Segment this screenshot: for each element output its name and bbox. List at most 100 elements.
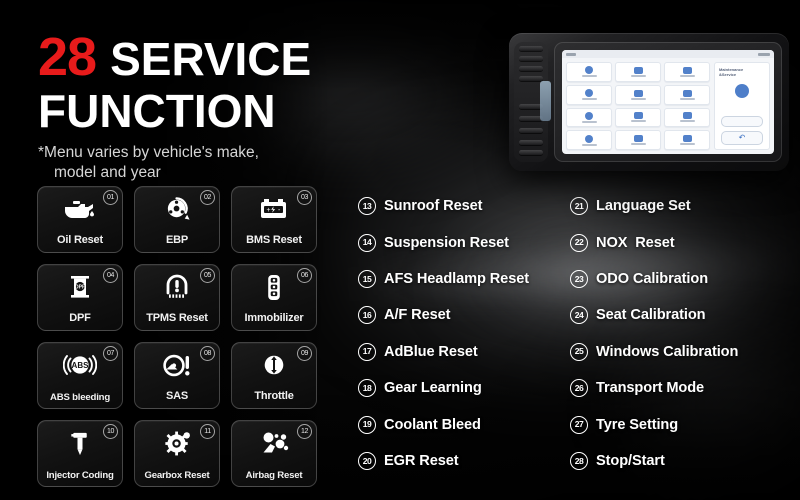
list-item-label: ODO Calibration [596, 270, 709, 287]
screen-app-tile[interactable] [664, 107, 710, 128]
tile-label: Gearbox Reset [144, 469, 210, 481]
service-tile-bms-reset[interactable]: + - BMS Reset 03 [231, 186, 317, 253]
screen-app-icon [682, 66, 692, 74]
service-tile-abs-bleeding[interactable]: ABS ABS bleeding 07 [37, 342, 123, 409]
service-tile-injector-coding[interactable]: Injector Coding 10 [37, 420, 123, 487]
screen-app-tile[interactable] [615, 62, 661, 82]
screen-app-label [581, 120, 597, 123]
service-list-item[interactable]: 24 Seat Calibration [570, 297, 738, 333]
list-item-number: 25 [570, 342, 588, 361]
screen-sidebar-title-line2: &Service [719, 72, 737, 78]
list-item-label: Sunroof Reset [384, 198, 483, 215]
grip-rib [519, 76, 543, 81]
tablet-side-accent [540, 81, 551, 121]
screen-app-tile[interactable] [664, 84, 710, 105]
status-left-indicator [566, 52, 576, 56]
screen-app-label [581, 98, 597, 101]
screen-app-tile[interactable] [615, 84, 661, 105]
list-item-label: Coolant Bleed [384, 416, 481, 433]
screen-app-tile[interactable] [566, 107, 612, 128]
service-list-item[interactable]: 17 AdBlue Reset [358, 334, 529, 370]
tile-label: BMS Reset [246, 234, 302, 247]
list-item-number: 20 [358, 451, 376, 470]
service-list-item[interactable]: 15 AFS Headlamp Reset [358, 261, 529, 297]
service-list-item[interactable]: 19 Coolant Bleed [358, 406, 529, 442]
screen-status-bar [562, 50, 774, 58]
screen-app-tile[interactable] [664, 62, 710, 82]
service-list-item[interactable]: 13 Sunroof Reset [358, 188, 529, 224]
screen-app-label [630, 74, 646, 77]
service-list-item[interactable]: 26 Transport Mode [570, 370, 738, 406]
screen-app-tile[interactable] [664, 130, 710, 150]
list-item-label: Tyre Setting [596, 416, 679, 433]
service-tile-immobilizer[interactable]: Immobilizer 06 [231, 264, 317, 331]
tile-label: Airbag Reset [245, 469, 303, 481]
list-item-label: Seat Calibration [596, 307, 706, 324]
screen-app-icon [682, 135, 692, 143]
service-list-item[interactable]: 20 EGR Reset [358, 443, 529, 479]
tile-number-badge: 07 [103, 346, 118, 361]
service-list-column-b: 21 Language Set 22 NOX Reset 23 ODO Calibrati… [570, 188, 738, 479]
list-item-label: NOX Reset [596, 234, 675, 251]
service-tile-gearbox-reset[interactable]: Gearbox Reset 11 [134, 420, 220, 487]
screen-app-grid [566, 62, 710, 150]
screen-app-icon [633, 135, 643, 143]
tile-label: EBP [165, 234, 189, 247]
service-list-item[interactable]: 28 Stop/Start [570, 443, 738, 479]
service-tile-oil-reset[interactable]: Oil Reset 01 [37, 186, 123, 253]
list-item-number: 16 [358, 306, 376, 325]
list-item-label: A/F Reset [384, 307, 451, 324]
list-item-number: 19 [358, 415, 376, 434]
tile-label: Throttle [254, 390, 294, 403]
service-list-item[interactable]: 16 A/F Reset [358, 297, 529, 333]
screen-app-label [630, 120, 646, 123]
tile-number-badge: 09 [297, 346, 312, 361]
list-item-number: 18 [358, 379, 376, 398]
service-list-item[interactable]: 25 Windows Calibration [570, 334, 738, 370]
screen-app-tile[interactable] [566, 130, 612, 150]
headline-word-service: SERVICE [110, 33, 312, 85]
list-item-number: 28 [570, 451, 588, 470]
grip-rib [519, 140, 543, 145]
grip-rib [519, 56, 543, 61]
list-item-label: Suspension Reset [384, 234, 509, 251]
screen-app-tile[interactable] [615, 130, 661, 150]
poster-canvas: 28 SERVICE FUNCTION *Menu varies by vehi… [0, 0, 800, 500]
svg-text:+: + [267, 207, 271, 214]
service-tile-sas[interactable]: SAS 08 [134, 342, 220, 409]
list-item-label: Stop/Start [596, 452, 665, 469]
tile-label: Immobilizer [244, 312, 304, 325]
service-list-item[interactable]: 18 Gear Learning [358, 370, 529, 406]
function-count: 28 [38, 27, 97, 87]
service-list-item[interactable]: 14 Suspension Reset [358, 224, 529, 260]
service-tile-grid: Oil Reset 01 EBP 02 + - BMS Reset 03 DPF DPF 04 TPM… [37, 186, 317, 487]
screen-app-label [679, 74, 695, 77]
screen-sidebar-badge-icon [735, 83, 749, 98]
service-tile-tpms-reset[interactable]: TPMS Reset 05 [134, 264, 220, 331]
service-tile-dpf[interactable]: DPF DPF 04 [37, 264, 123, 331]
list-item-number: 26 [570, 379, 588, 398]
screen-app-tile[interactable] [615, 107, 661, 128]
headline-subtitle: *Menu varies by vehicle's make, model an… [38, 143, 328, 183]
service-list-item[interactable]: 22 NOX Reset [570, 224, 738, 260]
screen-app-icon [585, 66, 593, 75]
screen-app-label [630, 97, 646, 100]
service-tile-throttle[interactable]: Throttle 09 [231, 342, 317, 409]
svg-text:DPF: DPF [75, 285, 85, 291]
screen-app-label [630, 143, 646, 146]
service-list-item[interactable]: 27 Tyre Setting [570, 406, 738, 442]
service-tile-airbag-reset[interactable]: Airbag Reset 12 [231, 420, 317, 487]
screen-sidebar-button[interactable] [721, 116, 763, 127]
headline-block: 28 SERVICE FUNCTION *Menu varies by vehi… [38, 30, 458, 183]
service-list-item[interactable]: 23 ODO Calibration [570, 261, 738, 297]
screen-app-tile[interactable] [566, 62, 612, 82]
tile-number-badge: 12 [297, 424, 312, 439]
list-item-number: 13 [358, 197, 376, 216]
service-list-item[interactable]: 21 Language Set [570, 188, 738, 224]
screen-app-tile[interactable] [566, 84, 612, 105]
screen-content: Maintenance &Service ↶ [562, 58, 774, 154]
screen-back-button[interactable]: ↶ [721, 131, 763, 145]
service-tile-ebp[interactable]: EBP 02 [134, 186, 220, 253]
screen-app-label [679, 120, 695, 123]
tile-label: TPMS Reset [146, 312, 208, 325]
